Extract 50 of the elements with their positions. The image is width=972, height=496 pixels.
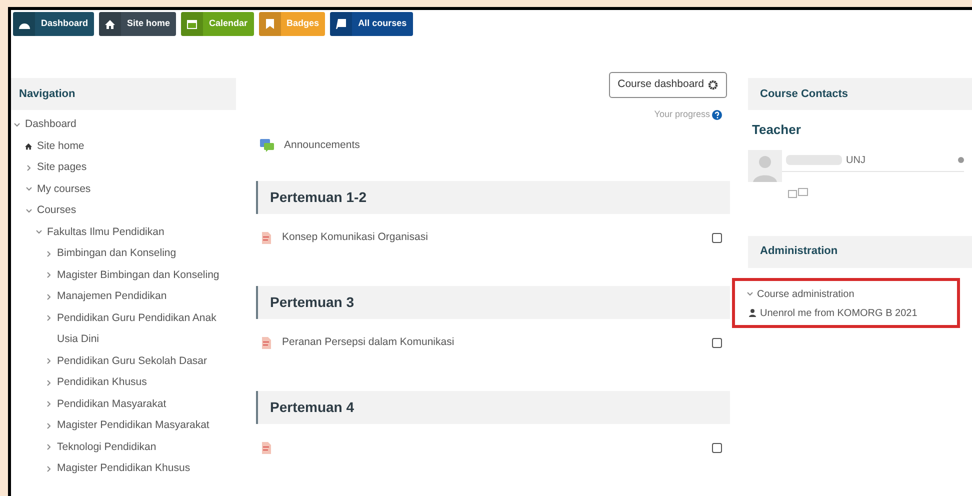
course-dashboard-button[interactable]: Course dashboard	[608, 72, 727, 98]
navigation-header: Navigation	[11, 78, 236, 110]
status-dot-icon	[958, 157, 964, 163]
file-icon	[260, 232, 272, 244]
settings-icon	[708, 80, 718, 90]
help-icon[interactable]	[712, 110, 722, 120]
unenrol-link[interactable]: Unenrol me from KOMORG B 2021	[760, 306, 918, 320]
navigation-item[interactable]: Pendidikan Guru Pendidikan Anak Usia Dini	[57, 308, 236, 350]
progress-label: Your progress	[654, 108, 710, 121]
navigation-item[interactable]: Site home	[37, 136, 84, 157]
administration-header: Administration	[748, 236, 972, 268]
completion-checkbox[interactable]	[712, 233, 722, 244]
home-icon	[25, 142, 32, 150]
section-header: Pertemuan 1-2	[256, 181, 730, 214]
course-contacts-header: Course Contacts	[748, 78, 972, 110]
file-icon	[260, 337, 272, 350]
section-header: Pertemuan 4	[256, 391, 730, 424]
navigation-item[interactable]: Magister Pendidikan Khusus	[57, 458, 190, 480]
announcements-link[interactable]: Announcements	[284, 138, 360, 154]
teacher-heading: Teacher	[751, 121, 802, 139]
calendar-icon	[187, 19, 198, 29]
navigation-item[interactable]: Site pages	[37, 157, 87, 178]
navigation-item[interactable]: Bimbingan dan Konseling	[57, 243, 176, 264]
course-administration-item[interactable]: Course administration	[757, 286, 854, 302]
navigation-item[interactable]: My courses	[37, 178, 91, 200]
section-header: Pertemuan 3	[256, 286, 730, 320]
navigation-item[interactable]: Pendidikan Guru Sekolah Dasar	[57, 350, 208, 372]
activity-link[interactable]: Konsep Komunikasi Organisasi	[282, 230, 428, 246]
forum-icon	[260, 138, 274, 152]
activity-link[interactable]: Peranan Persepsi dalam Komunikasi	[282, 335, 454, 352]
user-icon	[749, 309, 756, 317]
navigation-item[interactable]: Magister Bimbingan dan Konseling	[57, 264, 220, 286]
file-icon	[260, 442, 272, 454]
bookmark-icon	[266, 19, 274, 29]
navigation-item[interactable]: Pendidikan Masyarakat	[57, 394, 166, 415]
navigation-item[interactable]: Pendidikan Khusus	[57, 372, 147, 394]
nav-button[interactable]: Site home	[99, 12, 176, 36]
navigation-item[interactable]: Magister Pendidikan Masyarakat	[57, 415, 210, 436]
blurred-name	[786, 155, 842, 165]
teacher-name[interactable]: UNJ	[846, 152, 866, 168]
nav-button[interactable]: All courses	[330, 12, 413, 36]
home-icon	[105, 20, 116, 28]
navigation-item[interactable]: Manajemen Pendidikan	[57, 286, 167, 308]
navigation-item[interactable]: Fakultas Ilmu Pendidikan	[47, 222, 164, 243]
completion-checkbox[interactable]	[712, 443, 722, 454]
navigation-item[interactable]: Courses	[37, 200, 76, 222]
completion-checkbox[interactable]	[712, 338, 722, 348]
navigation-item[interactable]: Teknologi Pendidikan	[57, 436, 156, 458]
navigation-item[interactable]: Dashboard	[25, 114, 76, 136]
nav-button[interactable]: Dashboard	[13, 12, 94, 36]
